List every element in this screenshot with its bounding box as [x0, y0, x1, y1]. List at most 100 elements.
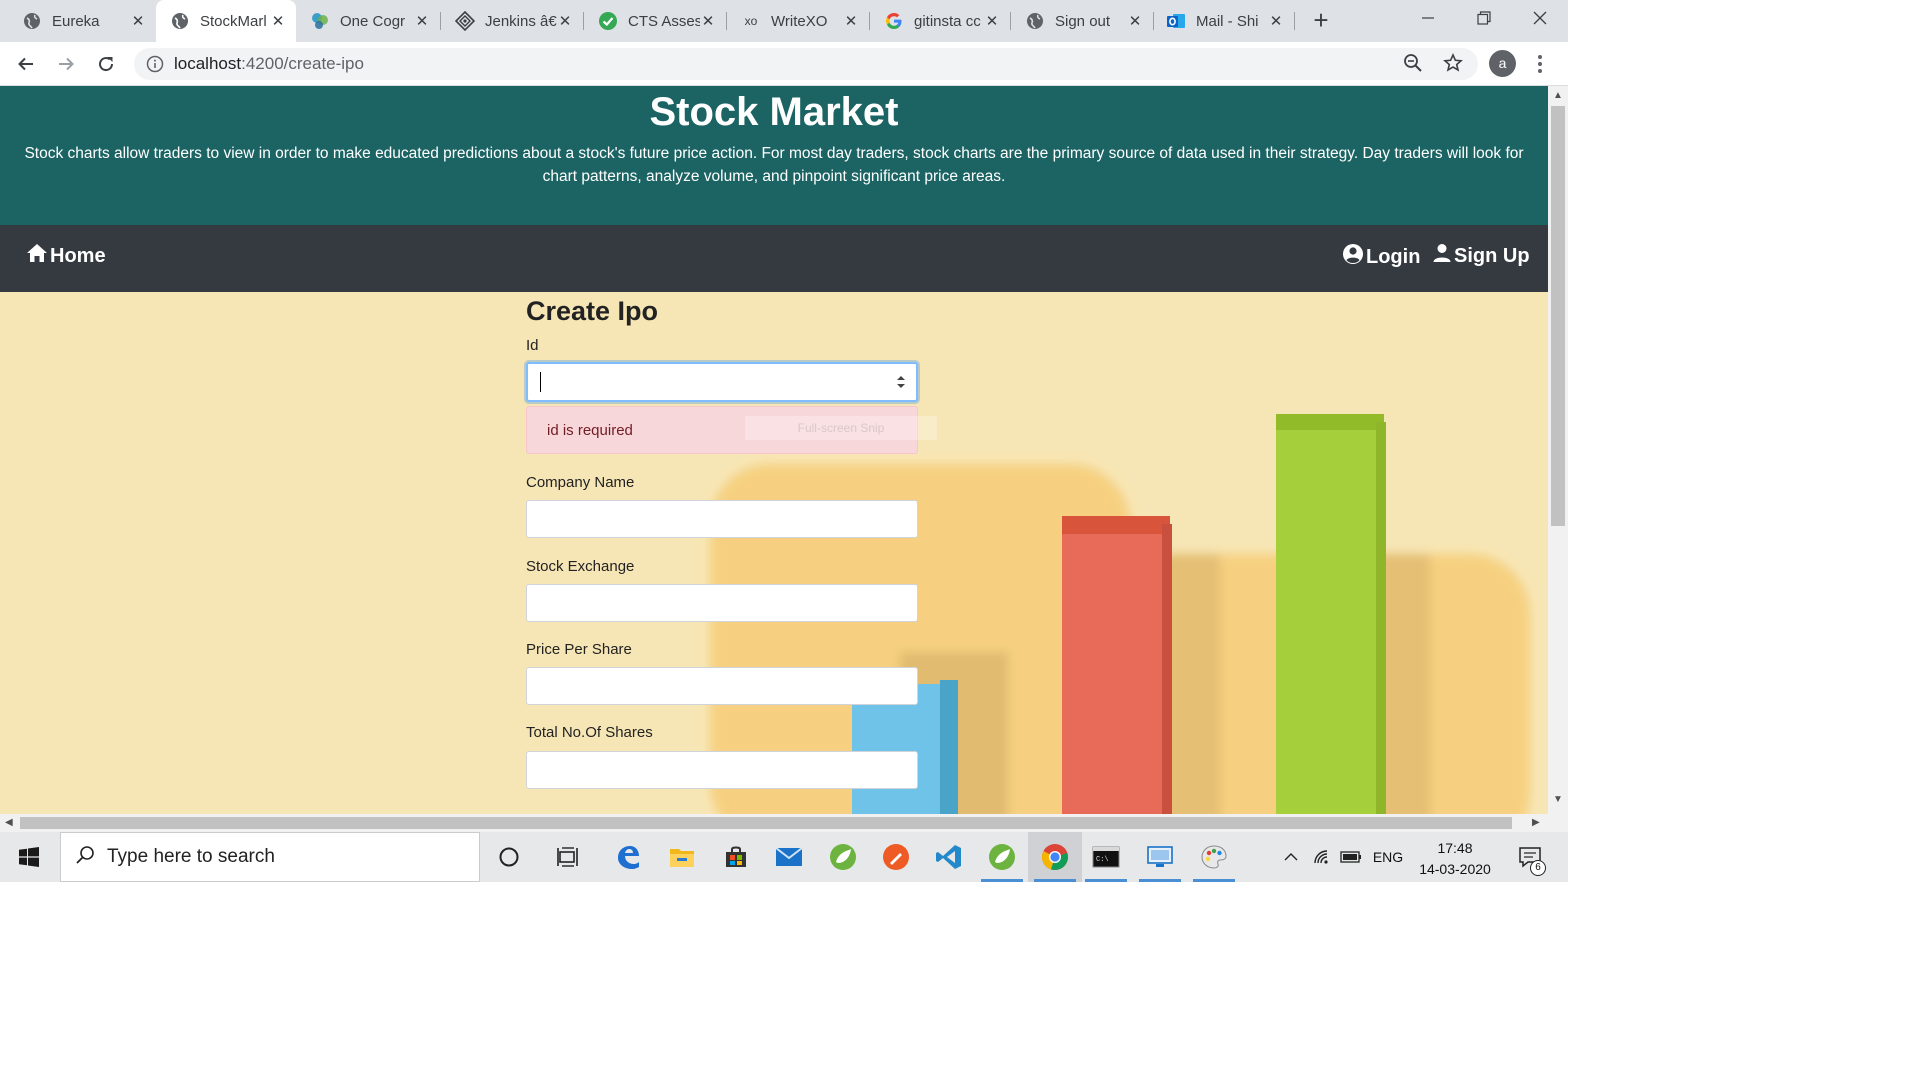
nav-signup-link[interactable]: Sign Up: [1432, 243, 1530, 269]
url-host: localhost: [174, 54, 242, 73]
nav-login-link[interactable]: Login: [1342, 243, 1420, 271]
cortana-icon[interactable]: [482, 832, 536, 882]
snip-overlay-hint: Full-screen Snip: [745, 416, 937, 440]
tab-label: WriteXO: [771, 12, 828, 30]
forward-button[interactable]: [52, 50, 80, 78]
language-indicator[interactable]: ENG: [1368, 832, 1408, 882]
show-hidden-icons-chevron-icon[interactable]: [1280, 832, 1302, 882]
number-spinner-icon[interactable]: [896, 373, 906, 391]
nav-login-label: Login: [1366, 245, 1421, 268]
address-bar[interactable]: localhost:4200/create-ipo: [134, 48, 1478, 80]
tab-eureka[interactable]: Eureka ✕: [0, 0, 156, 42]
zoom-icon[interactable]: [1400, 50, 1426, 76]
wifi-icon[interactable]: [1310, 832, 1336, 882]
total-shares-label: Total No.Of Shares: [526, 724, 653, 741]
onecognizant-icon: [310, 11, 330, 31]
vertical-scrollbar[interactable]: ▲ ▼: [1548, 86, 1568, 814]
battery-icon[interactable]: [1338, 832, 1364, 882]
id-required-alert: id is required Full-screen Snip: [526, 406, 937, 454]
spring-boot-icon[interactable]: [975, 832, 1029, 882]
close-tab-icon[interactable]: ✕: [270, 12, 286, 30]
minimize-button[interactable]: [1400, 0, 1456, 36]
close-tab-icon[interactable]: ✕: [1268, 12, 1284, 30]
notification-count-badge: 6: [1530, 860, 1546, 876]
close-window-button[interactable]: [1512, 0, 1568, 36]
tab-one-cognizant[interactable]: One Cogr ✕: [296, 0, 440, 42]
taskbar-search[interactable]: Type here to search: [60, 832, 480, 882]
taskbar-clock[interactable]: 17:48 14-03-2020: [1410, 838, 1500, 880]
paint-icon[interactable]: [1187, 832, 1241, 882]
tab-label: Eureka: [52, 12, 100, 30]
tab-label: Sign out: [1055, 12, 1111, 30]
reload-button[interactable]: [92, 50, 120, 78]
tab-stockmarket[interactable]: StockMarl ✕: [156, 0, 296, 42]
back-button[interactable]: [12, 50, 40, 78]
close-tab-icon[interactable]: ✕: [414, 12, 430, 30]
scroll-up-arrow-icon[interactable]: ▲: [1553, 90, 1563, 101]
tab-label: CTS Asses: [628, 12, 700, 30]
stock-exchange-input[interactable]: [526, 584, 918, 622]
close-tab-icon[interactable]: ✕: [843, 12, 859, 30]
cmd-icon[interactable]: C:\: [1079, 832, 1133, 882]
jenkins-icon: [455, 11, 475, 31]
tab-cts-assessment[interactable]: CTS Asses ✕: [584, 0, 726, 42]
postman-icon[interactable]: [869, 832, 923, 882]
tab-label: gitinsta cc: [914, 12, 981, 30]
close-tab-icon[interactable]: ✕: [557, 12, 573, 30]
mail-icon[interactable]: [762, 832, 816, 882]
windows-taskbar: Type here to search C:\ ENG 17:48 14-03-…: [0, 832, 1568, 882]
close-tab-icon[interactable]: ✕: [1127, 12, 1143, 30]
total-shares-input[interactable]: [526, 751, 918, 789]
bookmark-star-icon[interactable]: [1440, 50, 1466, 76]
tab-label: One Cogr: [340, 12, 406, 30]
vscode-icon[interactable]: [922, 832, 976, 882]
tab-writexo[interactable]: xo WriteXO ✕: [727, 0, 869, 42]
remote-desktop-icon[interactable]: [1133, 832, 1187, 882]
page-title: Stock Market: [649, 90, 899, 134]
site-info-icon[interactable]: [146, 55, 164, 78]
tab-jenkins[interactable]: Jenkins â€ ✕: [441, 0, 583, 42]
main-navbar: Home Login Sign Up: [0, 225, 1548, 292]
scroll-right-arrow-icon[interactable]: ▶: [1532, 817, 1540, 828]
action-center-icon[interactable]: 6: [1508, 832, 1552, 882]
chrome-icon[interactable]: [1028, 832, 1082, 882]
browser-menu-icon[interactable]: [1530, 50, 1550, 78]
outlook-icon: [1166, 11, 1186, 31]
hero-banner: Stock Market Stock charts allow traders …: [0, 86, 1548, 225]
file-explorer-icon[interactable]: [655, 832, 709, 882]
taskbar-search-placeholder: Type here to search: [107, 846, 275, 867]
tab-mail[interactable]: Mail - Shi ✕: [1154, 0, 1294, 42]
close-tab-icon[interactable]: ✕: [984, 12, 1000, 30]
profile-avatar[interactable]: a: [1489, 50, 1516, 77]
close-tab-icon[interactable]: ✕: [700, 12, 716, 30]
page-description: Stock charts allow traders to view in or…: [24, 145, 1524, 185]
horizontal-scrollbar[interactable]: ◀ ▶: [0, 814, 1548, 832]
store-icon[interactable]: [709, 832, 763, 882]
start-button[interactable]: [0, 832, 58, 882]
company-name-input[interactable]: [526, 500, 918, 538]
tab-sign-out[interactable]: Sign out ✕: [1011, 0, 1153, 42]
scroll-down-arrow-icon[interactable]: ▼: [1553, 794, 1563, 805]
restore-button[interactable]: [1456, 0, 1512, 36]
tab-label: StockMarl: [200, 12, 267, 30]
price-per-share-input[interactable]: [526, 667, 918, 705]
clock-time: 17:48: [1437, 840, 1473, 856]
tab-gitinsta[interactable]: gitinsta cc ✕: [870, 0, 1010, 42]
edge-icon[interactable]: [601, 832, 655, 882]
id-input[interactable]: [526, 362, 918, 402]
close-tab-icon[interactable]: ✕: [130, 12, 146, 30]
home-icon: [26, 243, 50, 269]
nav-home-label: Home: [50, 244, 106, 267]
new-tab-button[interactable]: +: [1306, 6, 1336, 36]
price-per-share-label: Price Per Share: [526, 641, 632, 658]
scroll-left-arrow-icon[interactable]: ◀: [5, 817, 13, 828]
url-text: localhost:4200/create-ipo: [174, 54, 364, 74]
browser-toolbar: localhost:4200/create-ipo a: [0, 42, 1568, 86]
nav-home-link[interactable]: Home: [26, 243, 106, 269]
task-view-icon[interactable]: [541, 832, 595, 882]
spring-tool-suite-icon[interactable]: [816, 832, 870, 882]
xo-icon: xo: [744, 14, 758, 28]
horizontal-scroll-thumb[interactable]: [20, 817, 1512, 829]
vertical-scroll-thumb[interactable]: [1551, 106, 1565, 526]
svg-text:C:\: C:\: [1096, 856, 1109, 864]
